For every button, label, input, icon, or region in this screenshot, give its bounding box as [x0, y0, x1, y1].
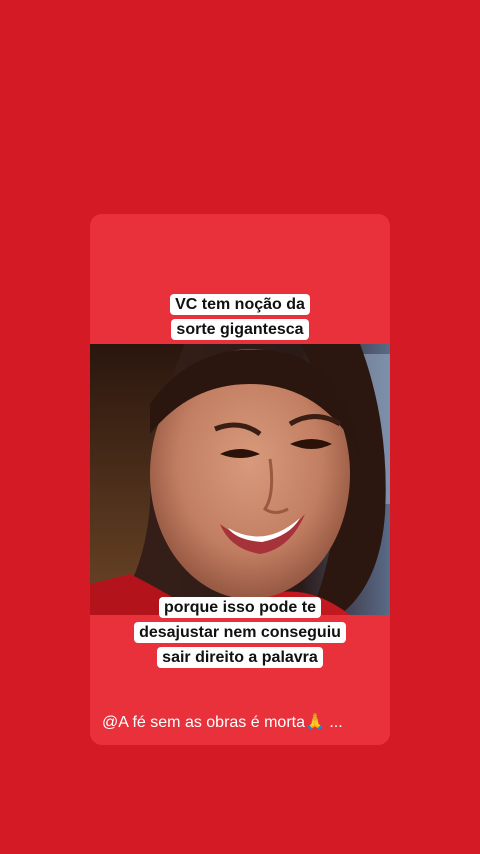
- video-frame[interactable]: [90, 344, 390, 615]
- caption-top-line-1: VC tem noção da: [170, 294, 310, 315]
- caption-bottom-line-2: desajustar nem conseguiu: [134, 622, 346, 643]
- caption-bottom-line-1: porque isso pode te: [158, 597, 321, 618]
- caption-bottom-line-3: sair direito a palavra: [157, 647, 323, 668]
- story-card[interactable]: VC tem noção da sorte gigantesca porque …: [90, 214, 390, 745]
- caption-top-line-2: sorte gigantesca: [171, 319, 309, 340]
- caption-top: VC tem noção da sorte gigantesca: [90, 292, 390, 342]
- caption-bottom: porque isso pode te desajustar nem conse…: [90, 595, 390, 670]
- audio-credit-text[interactable]: @A fé sem as obras é morta🙏 ...: [102, 712, 380, 732]
- video-still-image: [90, 344, 390, 615]
- story-screen: VC tem noção da sorte gigantesca porque …: [0, 0, 480, 854]
